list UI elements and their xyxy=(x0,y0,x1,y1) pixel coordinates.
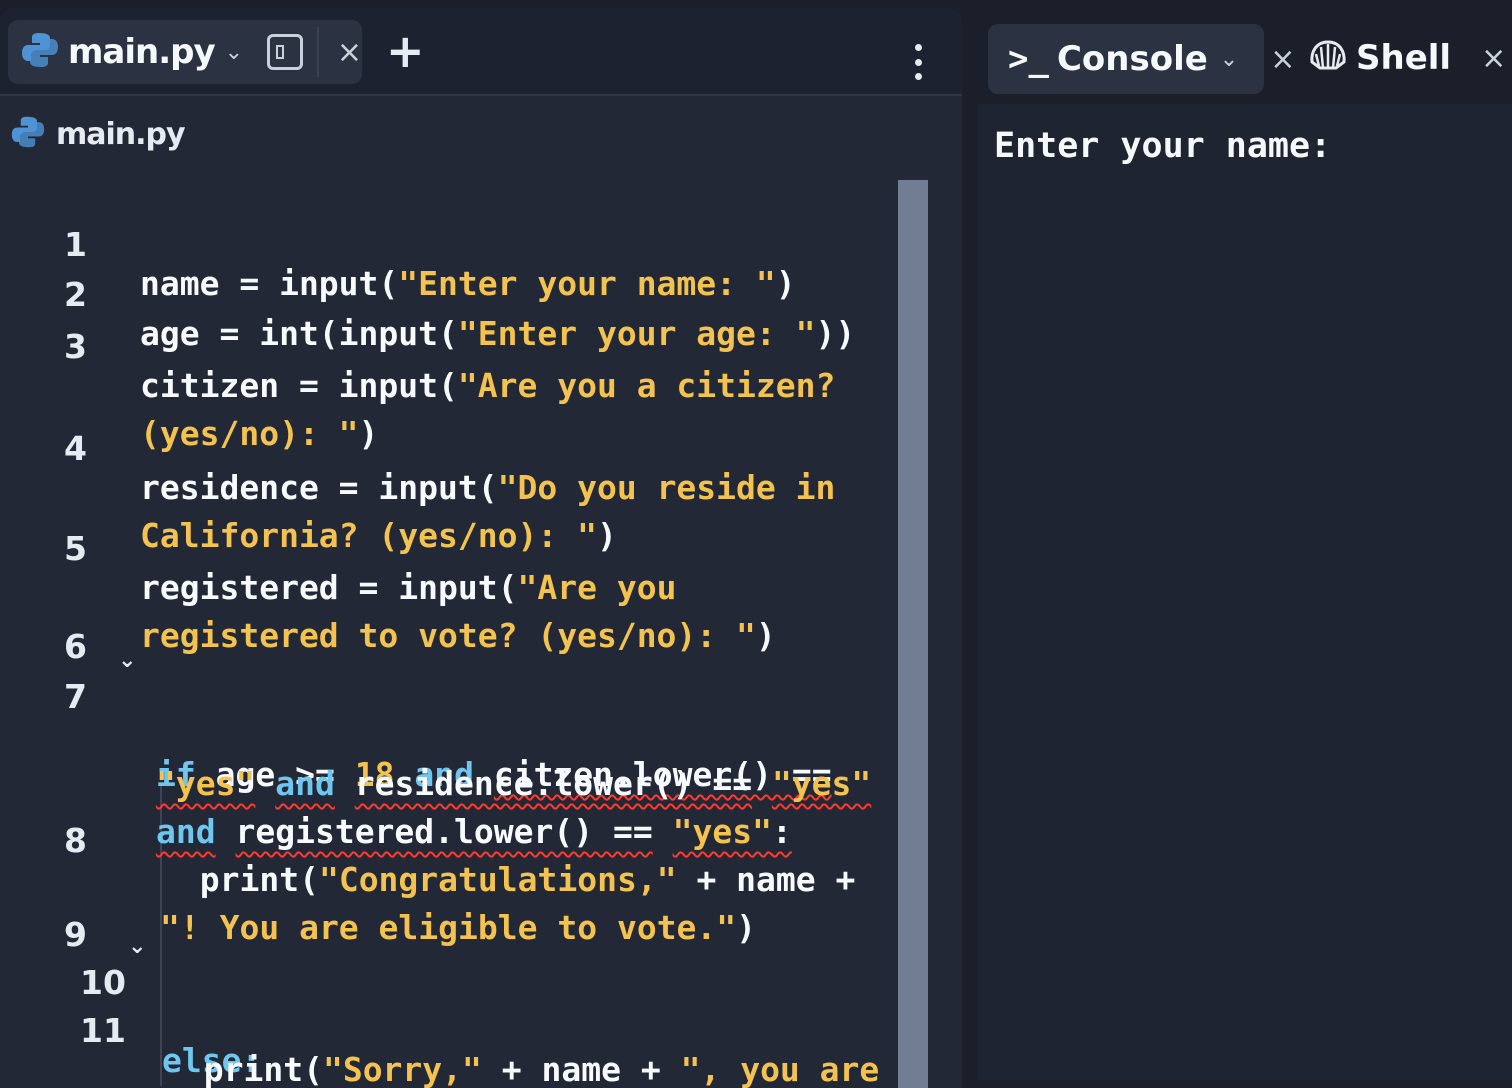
breadcrumb[interactable]: main.py xyxy=(10,112,186,156)
code-line: registered to vote? (yes/no): ") xyxy=(0,538,920,655)
code-line: and registered.lower() == "yes": xyxy=(0,734,920,851)
code-line: 9 xyxy=(0,876,920,954)
python-icon xyxy=(10,114,46,154)
console-pane: >_ Console ⌄ × Shell × Enter your name: xyxy=(978,8,1512,1080)
code-line: 10 ⌄ else: xyxy=(0,924,920,1080)
editor-pane: main.py ⌄ × + main.py 1 name = input("En… xyxy=(0,8,962,1088)
tab-title: main.py xyxy=(68,32,216,72)
chevron-down-icon[interactable]: ⌄ xyxy=(225,40,243,65)
new-tab-button[interactable]: + xyxy=(386,28,425,74)
code-line: 4 residence = input("Do you reside in xyxy=(0,390,920,507)
close-tab-icon[interactable]: × xyxy=(1481,41,1506,76)
python-icon xyxy=(20,30,60,74)
code-line: 1 name = input("Enter your name: ") xyxy=(0,186,920,303)
fold-chevron-icon[interactable]: ⌄ xyxy=(128,934,146,959)
code-line: "yes" and residence.lower() == "yes" xyxy=(0,686,920,803)
fold-chevron-icon[interactable]: ⌄ xyxy=(118,648,136,673)
more-options-icon[interactable] xyxy=(914,44,922,80)
console-tabbar: >_ Console ⌄ × Shell × xyxy=(978,8,1512,104)
editor-tabbar: main.py ⌄ × + xyxy=(0,8,962,96)
code-line: California? (yes/no): ") xyxy=(0,438,920,555)
console-tab-label: Console xyxy=(1056,39,1208,79)
console-output[interactable]: Enter your name: xyxy=(994,126,1331,166)
tab-shell[interactable]: Shell × xyxy=(1308,38,1506,78)
code-line: 12 xyxy=(0,1058,920,1088)
shell-tab-label: Shell xyxy=(1356,38,1452,78)
split-view-icon[interactable] xyxy=(267,34,303,70)
code-line: 5 registered = input("Are you xyxy=(0,490,920,607)
chevron-down-icon[interactable]: ⌄ xyxy=(1220,47,1238,72)
code-line: "! You are eligible to vote.") xyxy=(0,830,920,947)
code-line: 6 xyxy=(0,588,920,666)
code-line: 11 print("Sorry," + name + ", you are xyxy=(0,972,920,1088)
code-editor[interactable]: 1 name = input("Enter your name: ") 2 ag… xyxy=(0,174,962,1088)
editor-scrollbar[interactable] xyxy=(898,180,928,1088)
code-line: 7 ⌄ if age >= 18 and citzen.lower() == xyxy=(0,638,920,794)
code-line: 2 age = int(input("Enter your age: ")) xyxy=(0,236,920,353)
breadcrumb-file: main.py xyxy=(56,116,186,152)
code-line: NOT eligible to vote.") xyxy=(0,1016,920,1062)
shell-icon xyxy=(1308,38,1348,78)
tab-console[interactable]: >_ Console ⌄ × xyxy=(988,24,1295,94)
code-line: 8 print("Congratulations," + name + xyxy=(0,782,920,899)
code-line: (yes/no): ") xyxy=(0,336,920,453)
code-line: 3 citizen = input("Are you a citizen? xyxy=(0,288,920,405)
close-tab-icon[interactable]: × xyxy=(337,35,362,70)
tab-main-py[interactable]: main.py ⌄ × xyxy=(8,20,362,84)
close-tab-icon[interactable]: × xyxy=(1270,42,1295,77)
terminal-prompt-icon: >_ xyxy=(1008,39,1049,79)
tab-divider xyxy=(316,27,319,77)
